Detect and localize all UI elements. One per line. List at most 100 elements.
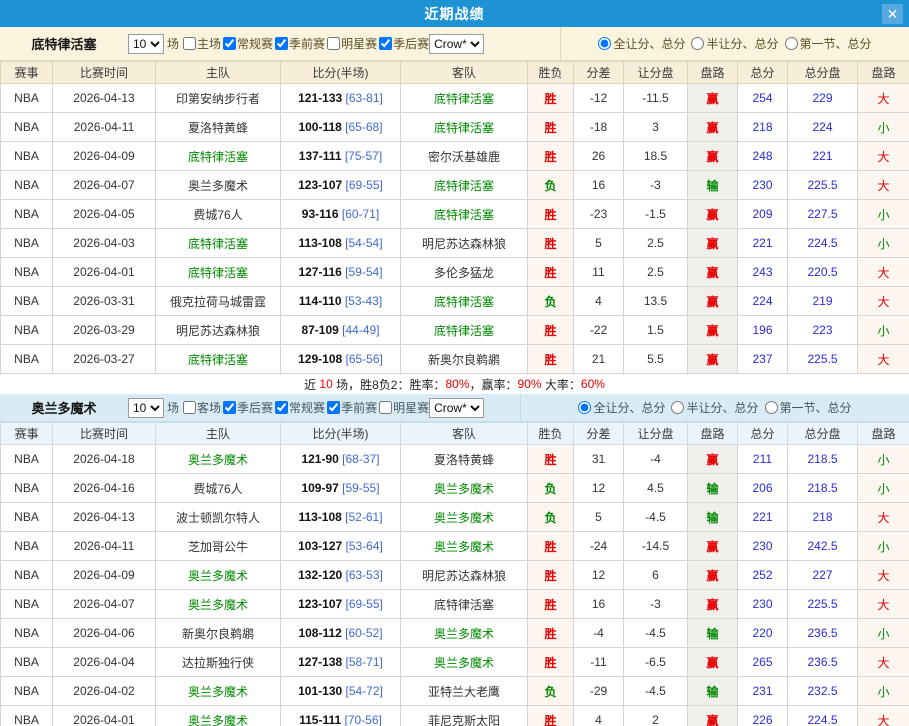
market-radio[interactable]: 半让分、总分 [671,399,758,416]
cell-score: 123-107 [69-55] [281,590,401,619]
games-count-select-1[interactable]: 10 [128,34,164,54]
column-header: 分差 [574,62,624,84]
cell-score: 114-110 [53-43] [281,287,401,316]
cell-date: 2026-04-03 [53,229,156,258]
cell-score: 100-118 [65-68] [281,113,401,142]
filter-checkbox[interactable]: 常规赛 [221,35,273,52]
cell-home-team: 底特律活塞 [156,345,281,374]
market-radio[interactable]: 全让分、总分 [598,35,685,52]
filter-checkbox[interactable]: 明星赛 [325,35,377,52]
table-row: NBA2026-04-01奥兰多魔术115-111 [70-56]菲尼克斯太阳胜… [1,706,909,726]
cell-total-line: 224 [788,113,858,142]
radio-input[interactable] [671,401,684,414]
filter-checkbox[interactable]: 主场 [181,35,221,52]
cell-date: 2026-04-02 [53,677,156,706]
cell-home-team: 奥兰多魔术 [156,445,281,474]
cell-away-team: 菲尼克斯太阳 [401,706,528,726]
filter-checkbox[interactable]: 季前赛 [325,399,377,416]
checkbox-input[interactable] [379,401,392,414]
cell-result: 胜 [528,445,574,474]
checkbox-input[interactable] [183,37,196,50]
radio-label: 半让分、总分 [686,399,758,416]
filter-checkbox[interactable]: 明星赛 [377,399,429,416]
radio-input[interactable] [598,37,611,50]
cell-away-team: 底特律活塞 [401,113,528,142]
cell-home-team: 底特律活塞 [156,229,281,258]
filter-checkbox[interactable]: 季后赛 [377,35,429,52]
filter-checkbox[interactable]: 常规赛 [273,399,325,416]
cell-handicap-result: 赢 [688,84,738,113]
radio-input[interactable] [765,401,778,414]
cell-over-under: 大 [858,171,909,200]
cell-result: 胜 [528,229,574,258]
cell-total-points: 231 [738,677,788,706]
cell-total-line: 224.5 [788,706,858,726]
odds-company-select-1[interactable]: Crow* [429,34,484,54]
odds-company-select-2[interactable]: Crow* [429,398,484,418]
cell-total-points: 218 [738,113,788,142]
cell-away-team: 明尼苏达森林狼 [401,229,528,258]
radio-input[interactable] [691,37,704,50]
cell-handicap-line: -3 [624,171,688,200]
market-radio[interactable]: 半让分、总分 [691,35,778,52]
table-row: NBA2026-04-13印第安纳步行者121-133 [63-81]底特律活塞… [1,84,909,113]
table-row: NBA2026-04-11芝加哥公牛103-127 [53-64]奥兰多魔术胜-… [1,532,909,561]
cell-league: NBA [1,229,53,258]
checkbox-label: 客场 [197,399,221,416]
cell-date: 2026-04-09 [53,142,156,171]
market-radio[interactable]: 第一节、总分 [765,399,852,416]
checkbox-input[interactable] [327,401,340,414]
column-header: 盘路 [688,62,738,84]
cell-result: 胜 [528,590,574,619]
cell-point-diff: -29 [574,677,624,706]
radio-group-1: 全让分、总分半让分、总分第一节、总分 [560,27,909,60]
checkbox-input[interactable] [327,37,340,50]
market-radio[interactable]: 全让分、总分 [578,399,665,416]
market-radio[interactable]: 第一节、总分 [785,35,872,52]
cell-date: 2026-04-01 [53,258,156,287]
checkbox-input[interactable] [275,37,288,50]
filter-checkbox[interactable]: 季后赛 [221,399,273,416]
cell-over-under: 大 [858,706,909,726]
summary-segment: 90% [518,377,542,391]
checkbox-input[interactable] [223,37,236,50]
cell-score: 127-138 [58-71] [281,648,401,677]
cell-date: 2026-04-11 [53,113,156,142]
table-1-body: NBA2026-04-13印第安纳步行者121-133 [63-81]底特律活塞… [1,84,909,374]
cell-result: 胜 [528,345,574,374]
cell-date: 2026-04-13 [53,84,156,113]
cell-handicap-line: -3 [624,590,688,619]
cell-point-diff: -23 [574,200,624,229]
checkbox-input[interactable] [223,401,236,414]
cell-away-team: 底特律活塞 [401,590,528,619]
close-icon[interactable]: ✕ [882,4,903,24]
column-header: 胜负 [528,423,574,445]
radio-input[interactable] [578,401,591,414]
cell-home-team: 底特律活塞 [156,142,281,171]
games-count-select-2[interactable]: 10 [128,398,164,418]
team-name-label-1: 底特律活塞 [0,34,128,53]
radio-input[interactable] [785,37,798,50]
cell-total-points: 254 [738,84,788,113]
checkbox-input[interactable] [183,401,196,414]
cell-home-team: 奥兰多魔术 [156,706,281,726]
cell-total-points: 220 [738,619,788,648]
table-row: NBA2026-04-16费城76人109-97 [59-55]奥兰多魔术负12… [1,474,909,503]
summary-bar-1: 近 10 场，胜8负2：胜率：80%，赢率：90% 大率：60% [0,374,909,394]
cell-total-points: 209 [738,200,788,229]
checkbox-label: 季前赛 [289,35,325,52]
checkbox-input[interactable] [275,401,288,414]
cell-league: NBA [1,84,53,113]
table-row: NBA2026-04-07奥兰多魔术123-107 [69-55]底特律活塞胜1… [1,590,909,619]
filter-checkbox[interactable]: 客场 [181,399,221,416]
radio-group-2: 全让分、总分 半让分、总分第一节、总分 [520,394,909,421]
column-header: 比赛时间 [53,423,156,445]
cell-over-under: 小 [858,200,909,229]
cell-away-team: 底特律活塞 [401,200,528,229]
cell-handicap-line: 2.5 [624,229,688,258]
checkbox-group-1: 主场常规赛季前赛明星赛季后赛 [181,35,429,52]
cell-point-diff: 5 [574,229,624,258]
filter-checkbox[interactable]: 季前赛 [273,35,325,52]
checkbox-input[interactable] [379,37,392,50]
cell-league: NBA [1,474,53,503]
